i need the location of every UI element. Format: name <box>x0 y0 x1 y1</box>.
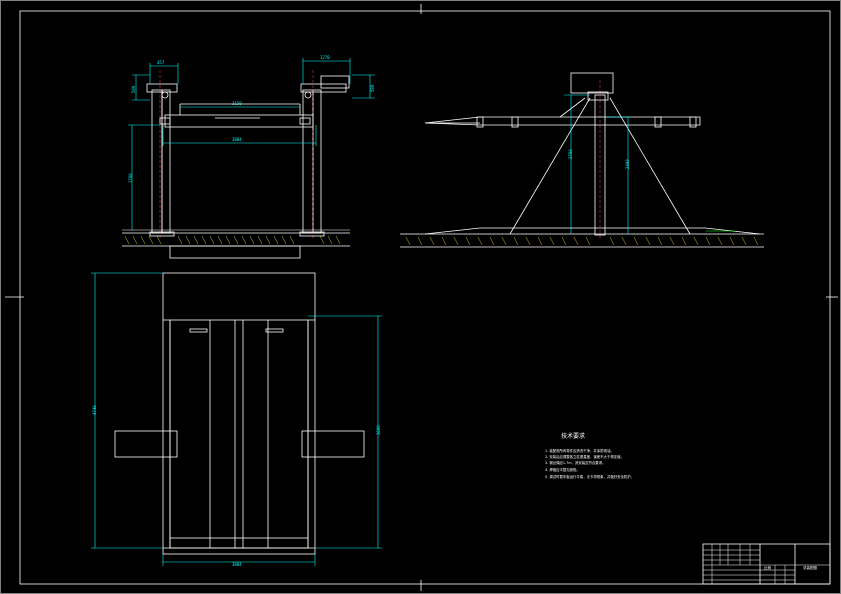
note-item: 1. 装配前所有零件应清洗干净，并涂防锈油。 <box>545 448 614 453</box>
plan-right-post <box>301 430 365 458</box>
dim-post-height: 2700 <box>568 149 573 159</box>
title-block-code: 比例 <box>764 565 772 570</box>
dim-beam-width: 3884 <box>232 137 242 142</box>
centering-marks <box>5 4 838 591</box>
cad-drawing-sheet: 457 1270 580 580 3150 3884 1700 2700 240… <box>0 0 841 594</box>
plan-view: 4740 3600 3884 <box>91 272 382 567</box>
title-block: 总装配图 比例 <box>702 543 831 585</box>
dim-height: 1700 <box>128 173 133 183</box>
dim-top-right: 1270 <box>320 55 330 60</box>
dim-top-left: 457 <box>157 60 165 65</box>
side-post <box>570 72 614 240</box>
side-ground <box>400 227 764 248</box>
sheet-outer-border <box>0 0 841 594</box>
front-dimensions: 457 1270 580 580 3150 3884 1700 <box>128 55 375 230</box>
dim-bottom-width: 3884 <box>232 562 242 567</box>
dim-inner-span: 3150 <box>232 101 242 106</box>
plan-dimensions: 4740 3600 3884 <box>91 272 382 567</box>
sheet-inner-border <box>19 10 831 585</box>
dim-beam-height: 2400 <box>625 159 630 169</box>
note-item: 5. 调试时载车板运行平稳，无卡滞现象，并做好安全防护。 <box>545 474 634 479</box>
side-view: 2700 2400 <box>400 72 764 248</box>
notes-title: 技术要求 <box>561 432 585 440</box>
note-item: 3. 钢丝绳应1.7m，其安装应符合要求。 <box>545 460 605 465</box>
plan-left-post <box>114 430 178 458</box>
side-dimensions: 2700 2400 <box>564 94 632 234</box>
technical-notes: 技术要求 1. 装配前所有零件应清洗干净，并涂防锈油。 2. 安装后应调整各立柱… <box>545 432 634 479</box>
note-item: 4. 焊缝应平整无缺陷。 <box>545 467 580 472</box>
dim-platform-length: 3600 <box>376 425 381 435</box>
front-platform <box>159 103 314 128</box>
dim-overall-length: 4740 <box>92 405 97 415</box>
side-beam <box>424 116 701 128</box>
front-ground <box>122 229 350 259</box>
front-right-post <box>299 70 350 240</box>
dim-right-side: 580 <box>370 84 375 92</box>
front-left-post <box>146 70 178 240</box>
front-view: 457 1270 580 580 3150 3884 1700 <box>122 55 375 259</box>
title-block-drawing-title: 总装配图 <box>803 565 817 570</box>
dim-left-side: 580 <box>131 85 136 93</box>
note-item: 2. 安装后应调整各立柱垂直度，误差不大于规定值。 <box>545 454 624 459</box>
